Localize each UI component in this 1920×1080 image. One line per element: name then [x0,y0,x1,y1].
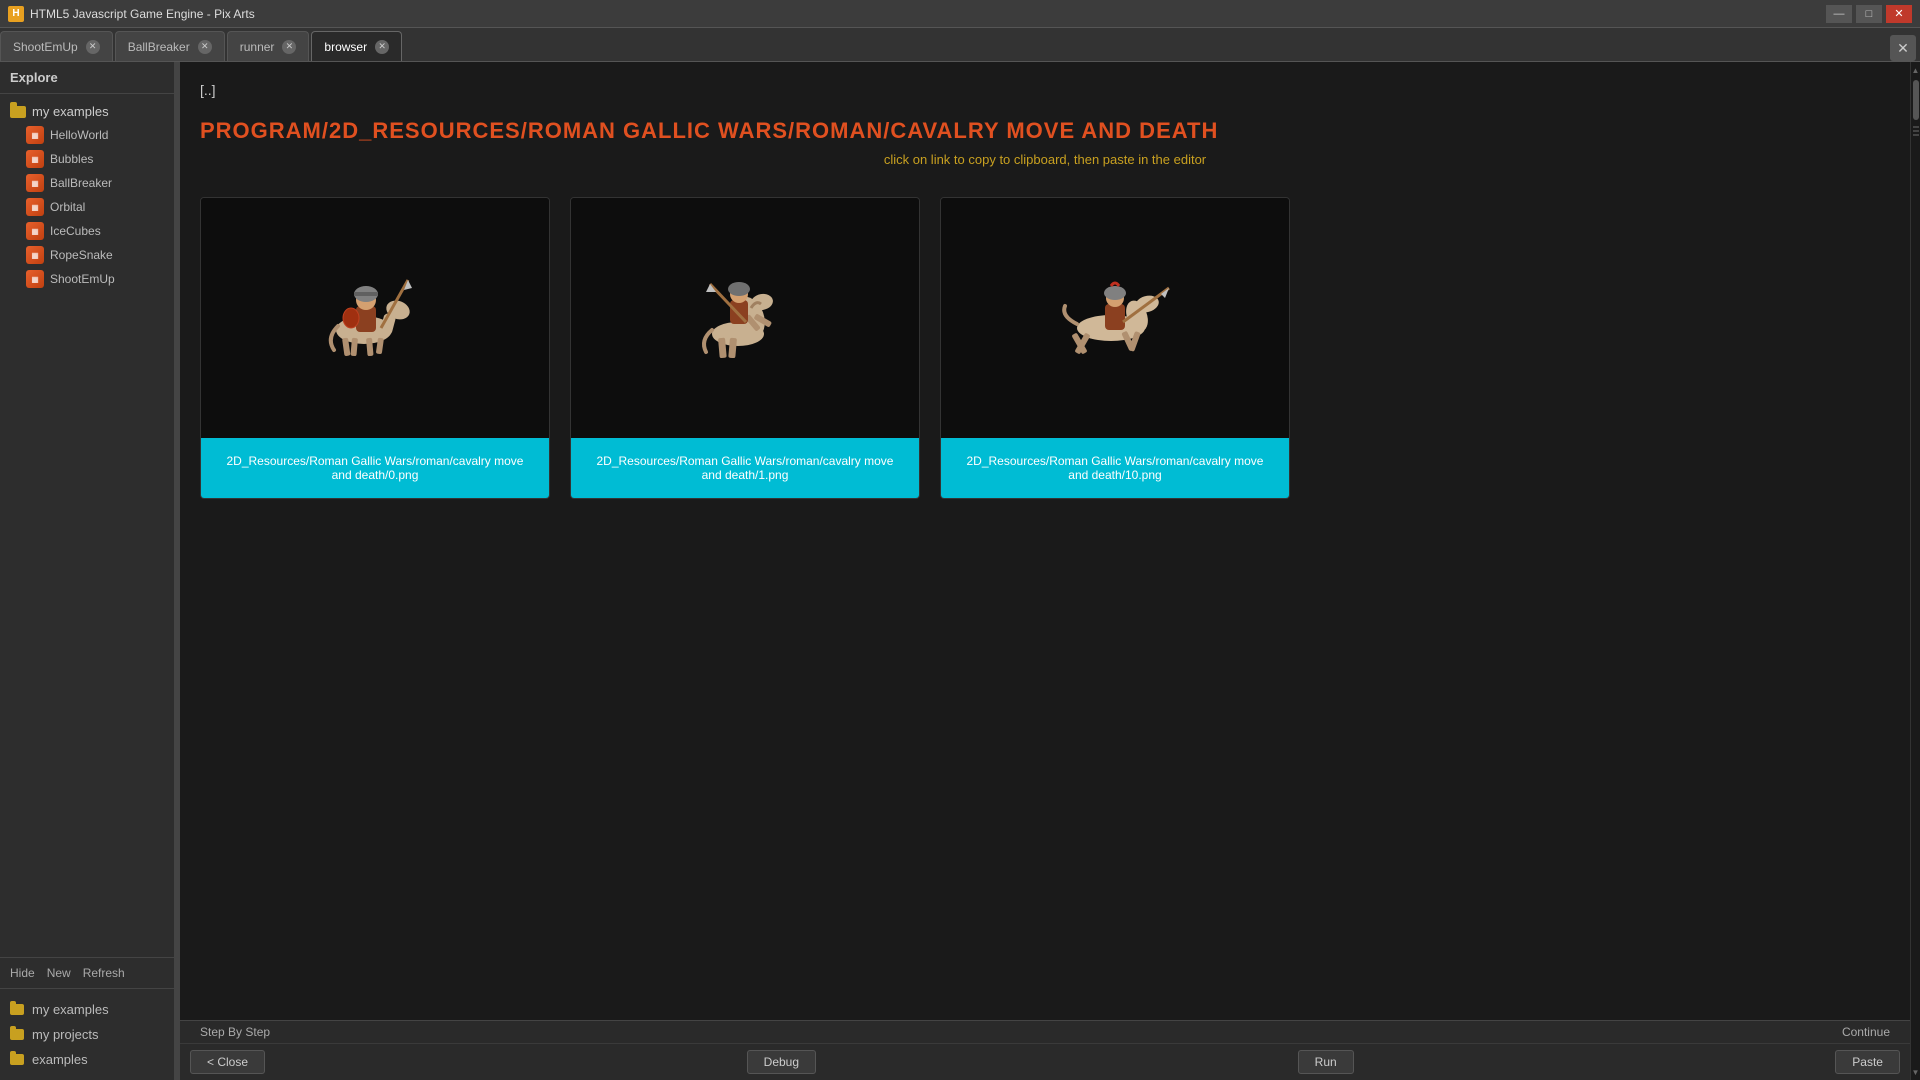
minimize-button[interactable]: — [1826,5,1852,23]
project-icon-BallBreaker: ▦ [26,174,44,192]
path-heading: PROGRAM/2D_RESOURCES/ROMAN GALLIC WARS/R… [200,118,1890,144]
tab-close-runner[interactable]: ✕ [282,40,296,54]
tab-close-browser[interactable]: ✕ [375,40,389,54]
browser-content: [..] PROGRAM/2D_RESOURCES/ROMAN GALLIC W… [180,62,1910,1020]
app-icon: H [8,6,24,22]
sidebar-item-Orbital[interactable]: ▦ Orbital [0,195,174,219]
folder-icon-sm-2 [10,1029,24,1040]
sidebar-header: Explore [0,62,174,94]
file-preview-2 [941,198,1290,438]
run-button[interactable]: Run [1298,1050,1354,1074]
bottom-bar-bottom: < Close Debug Run Paste [180,1044,1910,1080]
tab-label-ShootEmUp: ShootEmUp [13,40,78,54]
sidebar-my-examples-link[interactable]: my examples [0,997,174,1022]
app-container: ShootEmUp ✕ BallBreaker ✕ runner ✕ brows… [0,28,1920,1080]
file-card-label-2: 2D_Resources/Roman Gallic Wars/roman/cav… [941,438,1289,498]
cavalry-sprite-2 [1061,278,1171,358]
maximize-button[interactable]: □ [1856,5,1882,23]
tab-ShootEmUp[interactable]: ShootEmUp ✕ [0,31,113,61]
continue-button[interactable]: Continue [1842,1025,1890,1039]
file-grid: 2D_Resources/Roman Gallic Wars/roman/cav… [200,197,1890,499]
sidebar-examples-label: examples [32,1052,88,1067]
sidebar-item-BallBreaker[interactable]: ▦ BallBreaker [0,171,174,195]
sidebar: Explore my examples ▦ HelloWorld ▦ Bubbl… [0,62,175,1080]
tab-close-BallBreaker[interactable]: ✕ [198,40,212,54]
sidebar-my-projects-link[interactable]: my projects [0,1022,174,1047]
project-icon-IceCubes: ▦ [26,222,44,240]
sidebar-item-label-BallBreaker: BallBreaker [50,176,112,190]
folder-icon-sm-1 [10,1004,24,1015]
tab-runner[interactable]: runner ✕ [227,31,310,61]
title-bar-controls[interactable]: — □ ✕ [1826,5,1912,23]
sidebar-item-label-HelloWorld: HelloWorld [50,128,108,142]
sidebar-my-examples-label: my examples [32,1002,109,1017]
sidebar-refresh-button[interactable]: Refresh [83,966,125,980]
sidebar-hide-button[interactable]: Hide [10,966,35,980]
folder-icon-sm-3 [10,1054,24,1065]
sidebar-item-label-RopeSnake: RopeSnake [50,248,113,262]
sidebar-item-label-ShootEmUp: ShootEmUp [50,272,115,286]
sidebar-item-label-Bubbles: Bubbles [50,152,93,166]
scroll-down-arrow[interactable]: ▼ [1912,1068,1920,1076]
window-close-button[interactable]: ✕ [1886,5,1912,23]
sidebar-item-IceCubes[interactable]: ▦ IceCubes [0,219,174,243]
file-card-2[interactable]: 2D_Resources/Roman Gallic Wars/roman/cav… [940,197,1290,499]
sidebar-item-label-Orbital: Orbital [50,200,85,214]
sidebar-item-ShootEmUp[interactable]: ▦ ShootEmUp [0,267,174,291]
sidebar-item-label-IceCubes: IceCubes [50,224,101,238]
scroll-up-arrow[interactable]: ▲ [1912,66,1920,74]
folder-icon [10,106,26,118]
sidebar-examples-link[interactable]: examples [0,1047,174,1072]
sidebar-new-button[interactable]: New [47,966,71,980]
bottom-bar-top: Step By Step Continue [180,1021,1910,1044]
scroll-thumb[interactable] [1913,80,1919,120]
sidebar-actions: Hide New Refresh [0,957,174,988]
project-icon-Orbital: ▦ [26,198,44,216]
breadcrumb-link[interactable]: [..] [200,82,216,98]
file-card-0[interactable]: 2D_Resources/Roman Gallic Wars/roman/cav… [200,197,550,499]
sidebar-folder-label: my examples [32,104,109,119]
tab-label-runner: runner [240,40,275,54]
project-icon-Bubbles: ▦ [26,150,44,168]
file-card-1[interactable]: 2D_Resources/Roman Gallic Wars/roman/cav… [570,197,920,499]
sidebar-my-projects-label: my projects [32,1027,98,1042]
project-icon-HelloWorld: ▦ [26,126,44,144]
project-icon-ShootEmUp: ▦ [26,270,44,288]
main-panel: [..] PROGRAM/2D_RESOURCES/ROMAN GALLIC W… [180,62,1910,1080]
right-scrollbar[interactable]: ▲ ▼ [1910,62,1920,1080]
file-card-label-0: 2D_Resources/Roman Gallic Wars/roman/cav… [201,438,549,498]
step-by-step-button[interactable]: Step By Step [200,1025,270,1039]
tab-close-ShootEmUp[interactable]: ✕ [86,40,100,54]
bottom-bar: Step By Step Continue < Close Debug Run … [180,1020,1910,1080]
title-bar: H HTML5 Javascript Game Engine - Pix Art… [0,0,1920,28]
tab-browser[interactable]: browser ✕ [311,31,402,61]
tab-BallBreaker[interactable]: BallBreaker ✕ [115,31,225,61]
close-button[interactable]: < Close [190,1050,265,1074]
sidebar-item-Bubbles[interactable]: ▦ Bubbles [0,147,174,171]
file-preview-0 [201,198,550,438]
cavalry-sprite-1 [696,278,796,358]
path-hint: click on link to copy to clipboard, then… [200,152,1890,167]
tab-bar: ShootEmUp ✕ BallBreaker ✕ runner ✕ brows… [0,28,1920,62]
sidebar-bottom: my examples my projects examples [0,988,174,1080]
title-bar-left: H HTML5 Javascript Game Engine - Pix Art… [8,6,255,22]
project-icon-RopeSnake: ▦ [26,246,44,264]
tab-label-browser: browser [324,40,367,54]
content-area: Explore my examples ▦ HelloWorld ▦ Bubbl… [0,62,1920,1080]
sidebar-item-HelloWorld[interactable]: ▦ HelloWorld [0,123,174,147]
scroll-lines [1913,126,1919,136]
paste-button[interactable]: Paste [1835,1050,1900,1074]
file-card-label-1: 2D_Resources/Roman Gallic Wars/roman/cav… [571,438,919,498]
app-title: HTML5 Javascript Game Engine - Pix Arts [30,7,255,21]
tab-bar-close-button[interactable]: ✕ [1890,35,1916,61]
sidebar-my-examples-folder[interactable]: my examples [0,100,174,123]
sidebar-tree: my examples ▦ HelloWorld ▦ Bubbles ▦ Bal… [0,94,174,957]
tab-label-BallBreaker: BallBreaker [128,40,190,54]
cavalry-sprite-0 [326,278,426,358]
file-preview-1 [571,198,920,438]
debug-button[interactable]: Debug [747,1050,816,1074]
sidebar-item-RopeSnake[interactable]: ▦ RopeSnake [0,243,174,267]
